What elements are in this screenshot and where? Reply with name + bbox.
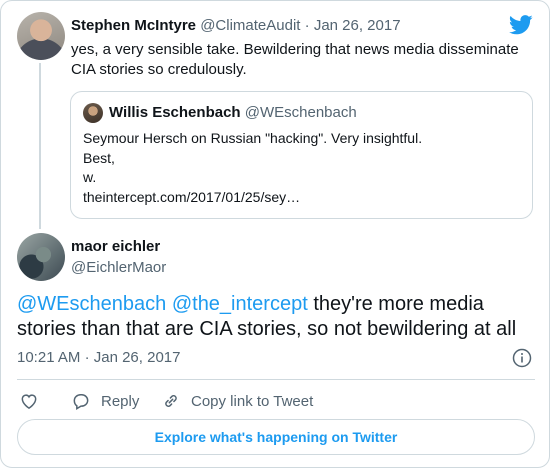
- quoted-author-name: Willis Eschenbach: [109, 104, 241, 121]
- info-icon[interactable]: [512, 348, 532, 368]
- tweet-date[interactable]: Jan 26, 2017: [94, 349, 181, 366]
- quoted-line: w.: [83, 169, 97, 185]
- quoted-avatar: [83, 103, 103, 123]
- parent-author-handle[interactable]: @ClimateAudit: [200, 17, 300, 34]
- divider: [17, 379, 535, 380]
- parent-tweet-header: Stephen McIntyre @ClimateAudit · Jan 26,…: [71, 17, 471, 34]
- link-icon: [165, 395, 177, 407]
- copy-link-label[interactable]: Copy link to Tweet: [191, 393, 313, 410]
- quoted-tweet-header: Willis Eschenbach @WEschenbach: [109, 104, 357, 121]
- twitter-bird-icon[interactable]: [509, 15, 533, 35]
- meta-separator: ·: [84, 349, 90, 366]
- main-tweet-text: @WEschenbach @the_intercept they're more…: [17, 292, 537, 342]
- quoted-author-handle: @WEschenbach: [244, 104, 357, 121]
- copy-link-button[interactable]: Copy link to Tweet: [161, 389, 313, 413]
- header-separator: ·: [304, 17, 310, 34]
- explore-button[interactable]: Explore what's happening on Twitter: [17, 419, 535, 455]
- quoted-line: Best,: [83, 149, 115, 166]
- quoted-tweet[interactable]: Willis Eschenbach @WEschenbach Seymour H…: [70, 91, 533, 219]
- heart-icon: [21, 394, 37, 409]
- quoted-link[interactable]: theintercept.com/2017/01/25/sey…: [83, 188, 523, 208]
- quoted-tweet-text: Seymour Hersch on Russian "hacking". Ver…: [83, 129, 523, 207]
- parent-tweet-date[interactable]: Jan 26, 2017: [314, 17, 401, 34]
- mention-link[interactable]: @the_intercept: [172, 293, 308, 315]
- main-avatar[interactable]: [17, 233, 65, 281]
- reply-label[interactable]: Reply: [101, 393, 139, 410]
- tweet-timestamp[interactable]: 10:21 AM · Jan 26, 2017: [17, 349, 180, 366]
- tweet-time[interactable]: 10:21 AM: [17, 349, 80, 366]
- mention-link[interactable]: @WEschenbach: [17, 293, 166, 315]
- main-author-name[interactable]: maor eichler: [71, 238, 160, 255]
- parent-author-name[interactable]: Stephen McIntyre: [71, 17, 196, 34]
- quoted-line: Seymour Hersch on Russian "hacking". Ver…: [83, 130, 423, 146]
- speech-bubble-icon: [73, 394, 89, 410]
- like-button[interactable]: [19, 389, 39, 413]
- parent-avatar[interactable]: [17, 12, 65, 60]
- reply-button[interactable]: Reply: [71, 389, 139, 413]
- thread-connector-line: [39, 63, 41, 229]
- tweet-embed-card: Stephen McIntyre @ClimateAudit · Jan 26,…: [0, 0, 550, 468]
- parent-tweet-text: yes, a very sensible take. Bewildering t…: [71, 41, 519, 78]
- main-author-handle[interactable]: @EichlerMaor: [71, 259, 166, 276]
